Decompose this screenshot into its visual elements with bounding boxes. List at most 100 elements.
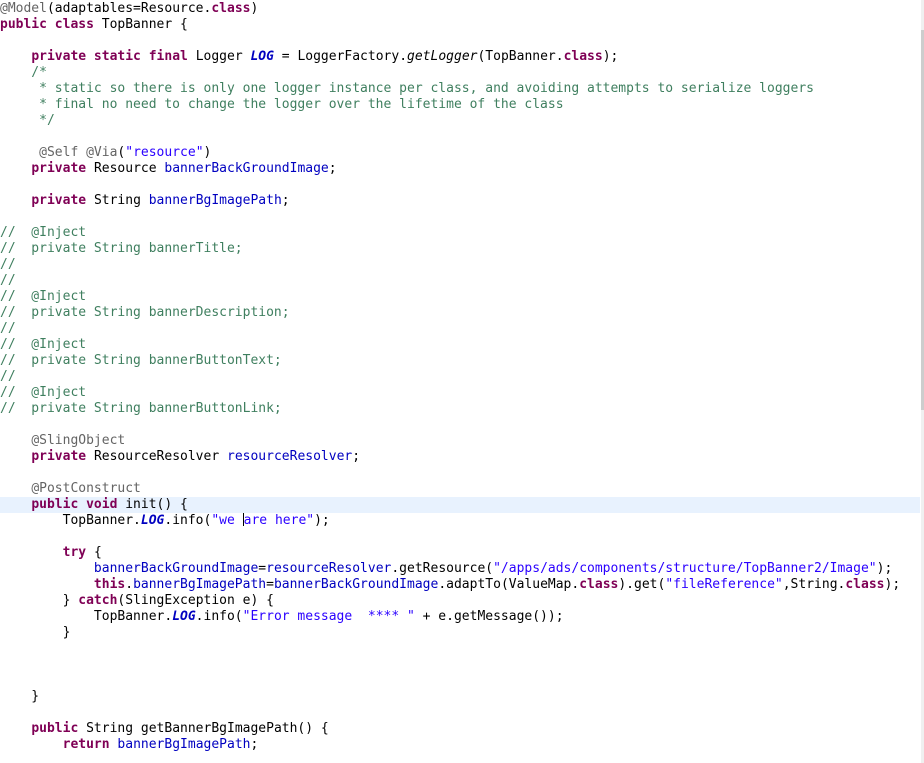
code-line[interactable] (0, 177, 920, 193)
code-token: bannerBackGroundImage (164, 161, 329, 176)
code-token: { (93, 545, 102, 560)
code-line[interactable]: @PostConstruct (0, 481, 920, 497)
code-line[interactable]: // (0, 273, 920, 289)
code-line[interactable]: * final no need to change the logger ove… (0, 97, 920, 113)
code-line[interactable] (0, 705, 920, 721)
code-token: ; (328, 161, 337, 176)
code-line[interactable]: // private String bannerTitle; (0, 241, 920, 257)
code-line[interactable] (0, 465, 920, 481)
code-line[interactable]: // @Inject (0, 385, 920, 401)
code-token: try (62, 545, 94, 560)
code-token: @SlingObject (31, 433, 126, 448)
code-token: // private String bannerButtonText; (0, 353, 282, 368)
code-line[interactable] (0, 673, 920, 689)
code-line[interactable]: * static so there is only one logger ins… (0, 81, 920, 97)
code-line[interactable]: try { (0, 545, 920, 561)
code-line[interactable]: return bannerBgImagePath; (0, 737, 920, 753)
code-line[interactable]: // private String bannerButtonLink; (0, 401, 920, 417)
code-line[interactable]: } (0, 689, 920, 705)
code-line[interactable] (0, 209, 920, 225)
code-token: . (125, 577, 134, 592)
code-line[interactable]: private Resource bannerBackGroundImage; (0, 161, 920, 177)
code-token: bannerBackGroundImage (93, 561, 259, 576)
code-token: /* (0, 65, 47, 80)
code-line[interactable]: public String getBannerBgImagePath() { (0, 721, 920, 737)
code-line[interactable]: private ResourceResolver resourceResolve… (0, 449, 920, 465)
code-token: } (0, 593, 79, 608)
code-line[interactable]: /* (0, 65, 920, 81)
code-line[interactable]: } catch(SlingException e) { (0, 593, 920, 609)
code-line[interactable] (0, 529, 920, 545)
code-token: getLogger (407, 49, 478, 64)
code-line[interactable]: // (0, 257, 920, 273)
code-token: = LoggerFactory. (273, 49, 408, 64)
code-token: = (266, 577, 274, 592)
code-line[interactable]: @Model(adaptables=Resource.class) (0, 1, 920, 17)
code-token: // private String bannerButtonLink; (0, 401, 282, 416)
code-token: // (0, 369, 16, 384)
code-token: init() { (125, 497, 188, 512)
code-line[interactable] (0, 417, 920, 433)
code-token: (adaptables=Resource. (46, 1, 212, 16)
code-line[interactable]: // (0, 321, 920, 337)
code-line[interactable] (0, 33, 920, 49)
code-token: // @Inject (0, 337, 87, 352)
code-token: @PostConstruct (31, 481, 141, 496)
code-token: */ (0, 113, 55, 128)
code-token: "we (211, 513, 243, 528)
code-token: this (93, 577, 126, 592)
code-token: ,String. (782, 577, 846, 592)
code-line[interactable]: public void init() { (0, 497, 920, 513)
code-token: ); (876, 561, 893, 576)
code-line[interactable]: // (0, 369, 920, 385)
code-line[interactable]: private String bannerBgImagePath; (0, 193, 920, 209)
code-token: bannerBgImagePath (133, 577, 267, 592)
code-line[interactable]: // private String bannerButtonText; (0, 353, 920, 369)
code-token: String (93, 193, 149, 208)
code-line[interactable]: @Self @Via("resource") (0, 145, 920, 161)
code-token: class (563, 49, 603, 64)
code-token: (TopBanner. (477, 49, 564, 64)
code-line[interactable]: public class TopBanner { (0, 17, 920, 33)
code-line[interactable]: TopBanner.LOG.info("Error message **** "… (0, 609, 920, 625)
code-token: resourceResolver (266, 561, 392, 576)
code-line[interactable]: this.bannerBgImagePath=bannerBackGroundI… (0, 577, 920, 593)
code-line[interactable]: // @Inject (0, 225, 920, 241)
code-token: Resource (93, 161, 165, 176)
code-token: .info( (164, 513, 212, 528)
code-token: } (0, 689, 40, 704)
code-line[interactable] (0, 641, 920, 657)
code-token: } (0, 625, 71, 640)
code-line[interactable]: @SlingObject (0, 433, 920, 449)
code-line[interactable] (0, 129, 920, 145)
code-line[interactable]: TopBanner.LOG.info("we are here"); (0, 513, 920, 529)
code-line[interactable]: private static final Logger LOG = Logger… (0, 49, 920, 65)
code-token: class (211, 1, 251, 16)
code-line[interactable]: // @Inject (0, 337, 920, 353)
code-editor[interactable]: @Model(adaptables=Resource.class) public … (0, 0, 924, 763)
code-token: ); (602, 49, 619, 64)
code-token: .info( (195, 609, 243, 624)
code-line[interactable]: bannerBackGroundImage=resourceResolver.g… (0, 561, 920, 577)
code-token: ); (884, 577, 901, 592)
code-line[interactable]: */ (0, 113, 920, 129)
code-token: // private String bannerTitle; (0, 241, 243, 256)
code-line[interactable] (0, 657, 920, 673)
code-token: private static final (31, 49, 196, 64)
code-line[interactable]: } (0, 625, 920, 641)
code-token: bannerBgImagePath (117, 737, 251, 752)
code-line[interactable]: // private String bannerDescription; (0, 305, 920, 321)
code-token: @Model (0, 1, 47, 16)
code-token: resourceResolver (227, 449, 353, 464)
code-token: ; (352, 449, 361, 464)
code-line[interactable]: // @Inject (0, 289, 920, 305)
